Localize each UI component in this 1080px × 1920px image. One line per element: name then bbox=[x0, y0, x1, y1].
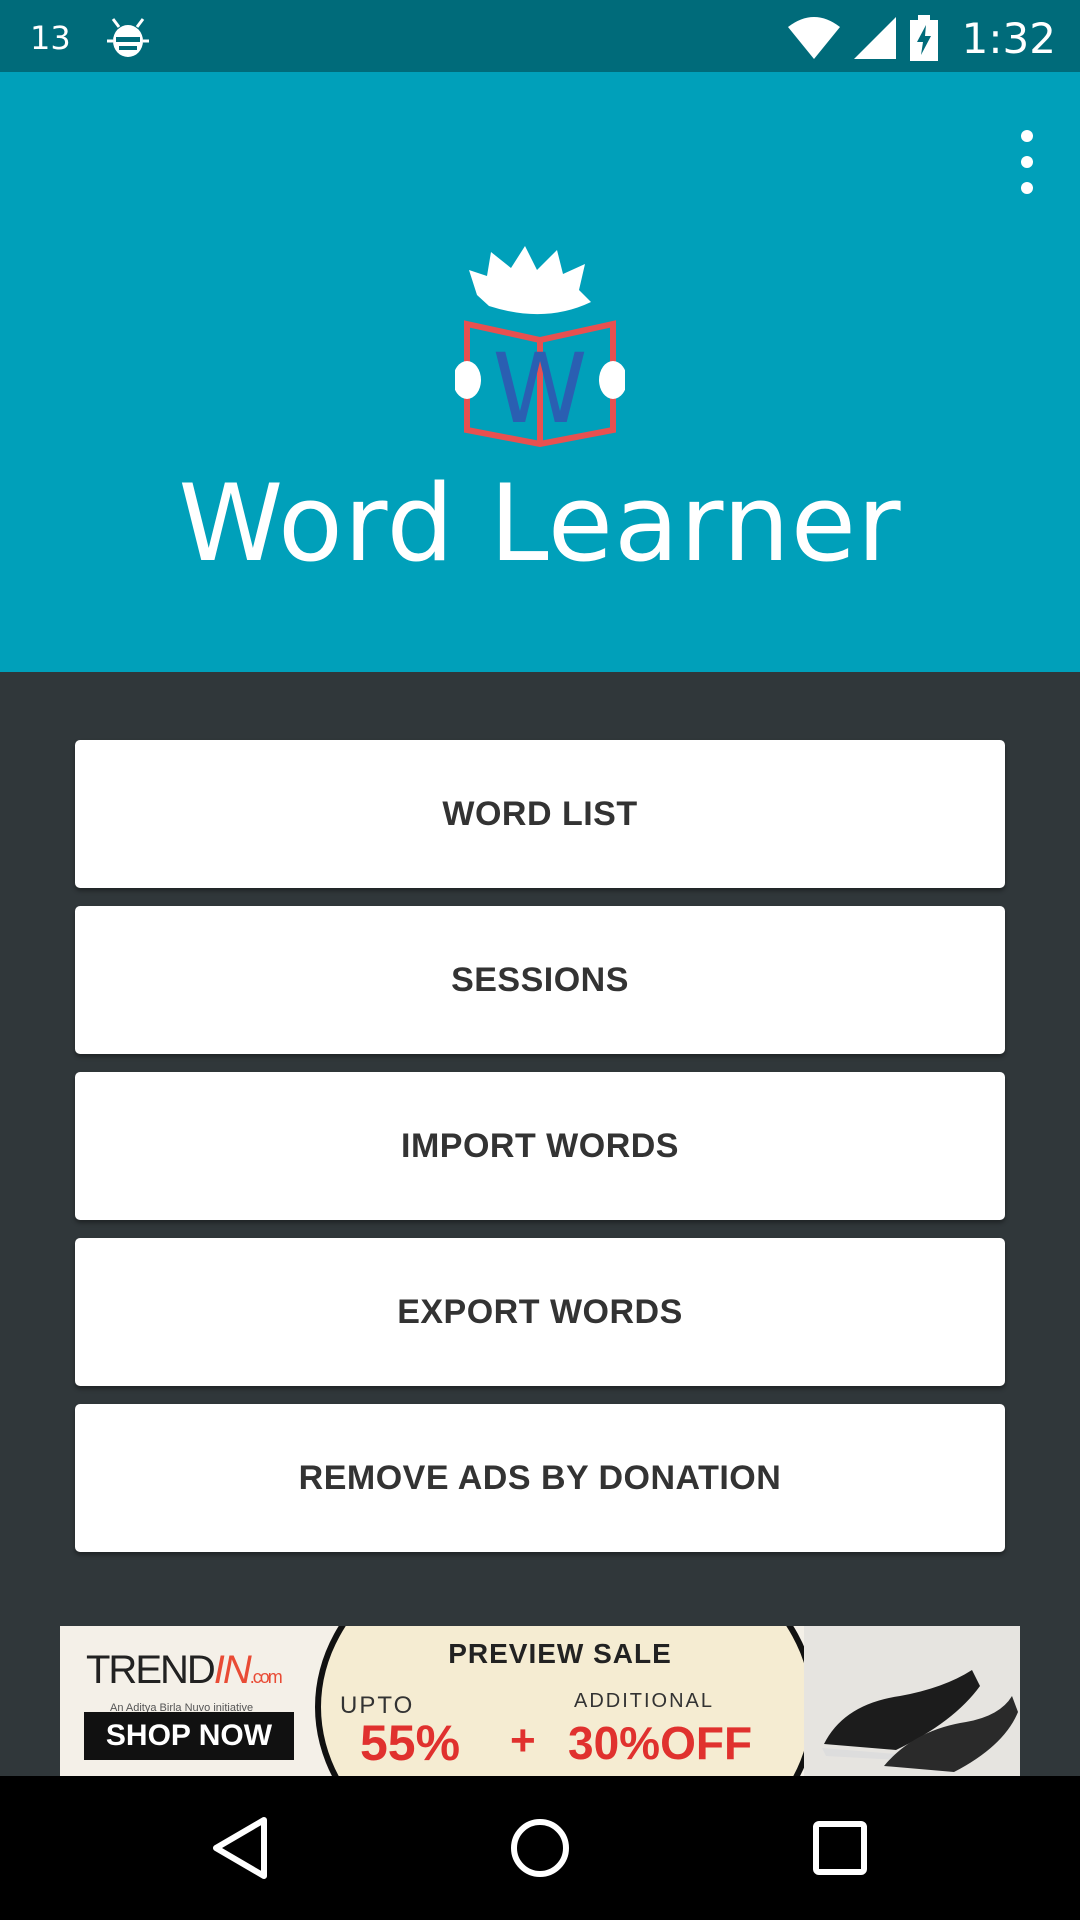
ad-headline: PREVIEW SALE bbox=[448, 1638, 672, 1669]
app-logo: W bbox=[455, 246, 625, 448]
sessions-button[interactable]: SESSIONS bbox=[75, 906, 1005, 1054]
recents-icon[interactable] bbox=[804, 1812, 876, 1884]
ad-additional: ADDITIONAL bbox=[574, 1690, 715, 1712]
battery-charging-icon bbox=[909, 15, 938, 61]
ad-brand-logo: TRENDIN.com bbox=[86, 1648, 283, 1692]
ad-discount: 55% bbox=[360, 1715, 461, 1771]
ad-plus: + bbox=[510, 1716, 536, 1765]
logo-letter: W bbox=[493, 333, 588, 445]
export-words-button[interactable]: EXPORT WORDS bbox=[75, 1238, 1005, 1386]
ad-extra-off: 30%OFF bbox=[568, 1717, 753, 1769]
main-menu: WORD LIST SESSIONS IMPORT WORDS EXPORT W… bbox=[75, 740, 1005, 1570]
status-bar: 13 1:32 bbox=[0, 0, 1080, 72]
status-time: 1:32 bbox=[961, 13, 1056, 63]
app-header: W Word Learner bbox=[0, 72, 1080, 672]
ad-shop-now-button[interactable]: SHOP NOW bbox=[84, 1712, 294, 1760]
notification-count: 13 bbox=[30, 19, 71, 57]
debug-bug-icon bbox=[106, 18, 149, 57]
app-title: Word Learner bbox=[178, 462, 902, 585]
ad-banner[interactable]: TRENDIN.com An Aditya Birla Nuvo initiat… bbox=[60, 1626, 1020, 1776]
navigation-bar bbox=[0, 1776, 1080, 1920]
ad-shoes-image bbox=[804, 1626, 1020, 1776]
back-icon[interactable] bbox=[204, 1812, 276, 1884]
cell-signal-icon bbox=[853, 17, 896, 59]
wifi-icon bbox=[787, 17, 840, 59]
word-list-button[interactable]: WORD LIST bbox=[75, 740, 1005, 888]
import-words-button[interactable]: IMPORT WORDS bbox=[75, 1072, 1005, 1220]
overflow-menu-icon[interactable] bbox=[1012, 130, 1042, 194]
remove-ads-button[interactable]: REMOVE ADS BY DONATION bbox=[75, 1404, 1005, 1552]
home-icon[interactable] bbox=[504, 1812, 576, 1884]
